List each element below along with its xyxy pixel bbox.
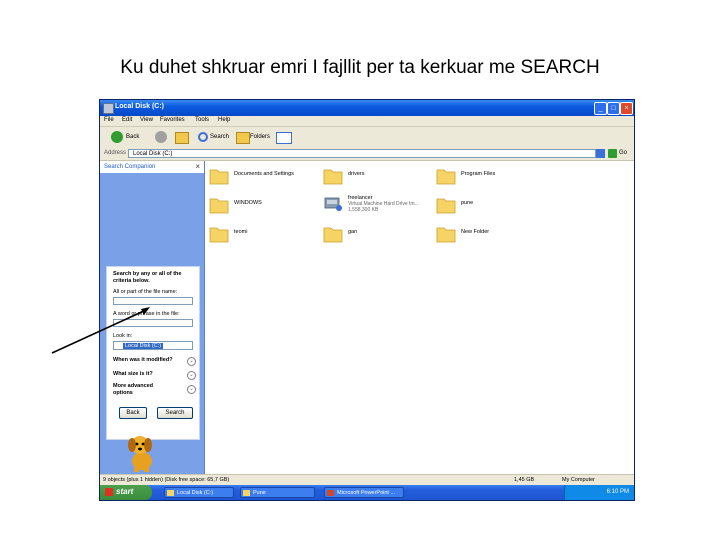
folder-icon	[436, 227, 456, 243]
file-name: gan	[348, 229, 358, 235]
file-name: WINDOWS	[234, 200, 262, 206]
window-title: Local Disk (C:)	[115, 103, 165, 110]
status-size: 1,45 GB	[514, 477, 535, 483]
file-item[interactable]: Program Files	[436, 167, 546, 189]
file-item[interactable]: gan	[323, 225, 433, 247]
task-pune[interactable]: Pune	[240, 487, 315, 498]
search-companion-pane: Search Companion × Search by any or all …	[100, 161, 205, 474]
back-button[interactable]: Back	[126, 134, 139, 147]
chevron-down-icon[interactable]: ⌄	[187, 371, 196, 380]
clock: 6:10 PM	[606, 489, 629, 495]
menu-file[interactable]: File	[104, 117, 114, 123]
search-pane-header: Search Companion ×	[100, 161, 204, 173]
file-name: Documents and Settings	[234, 171, 294, 177]
menu-favorites[interactable]: Favorites	[160, 117, 185, 123]
file-name: pune	[461, 200, 474, 206]
windows-flag-icon	[105, 488, 113, 496]
folder-icon	[323, 227, 343, 243]
look-in-label: Look in:	[113, 333, 133, 339]
option-modified[interactable]: When was it modified?	[113, 357, 173, 364]
folder-icon	[167, 490, 174, 496]
file-item[interactable]: drivers	[323, 167, 433, 189]
start-button[interactable]: start	[100, 485, 152, 500]
option-advanced[interactable]: More advanced options	[113, 383, 163, 397]
slide-title: Ku duhet shkruar emri I fajllit per ta k…	[120, 57, 600, 78]
task-label: Microsoft PowerPoint ...	[337, 490, 396, 496]
option-size[interactable]: What size is it?	[113, 371, 153, 378]
file-item[interactable]: teomi	[209, 225, 319, 247]
menu-edit[interactable]: Edit	[122, 117, 132, 123]
folder-icon	[436, 198, 456, 214]
folder-icon	[209, 169, 229, 185]
file-name-label: All or part of the file name:	[113, 289, 178, 295]
folder-icon	[323, 169, 343, 185]
close-button[interactable]: ×	[620, 102, 633, 115]
chevron-down-icon[interactable]: ⌄	[187, 385, 196, 394]
address-bar: Address Local Disk (C:) Go	[100, 148, 634, 161]
file-name: New Folder	[461, 229, 490, 235]
back-search-button[interactable]: Back	[119, 407, 147, 419]
menu-help[interactable]: Help	[218, 117, 230, 123]
up-folder-icon[interactable]	[175, 132, 189, 144]
address-field[interactable]: Local Disk (C:)	[128, 149, 596, 158]
address-label: Address	[104, 150, 127, 156]
file-item[interactable]: New Folder	[436, 225, 546, 247]
search-icon[interactable]	[198, 132, 208, 142]
taskbar: start Local Disk (C:) Pune Microsoft Pow…	[100, 485, 634, 500]
folder-icon	[209, 198, 229, 214]
file-item[interactable]: pune	[436, 196, 546, 218]
status-location: My Computer	[562, 477, 596, 483]
menu-bar: File Edit View Favorites Tools Help	[100, 116, 634, 142]
go-arrow-icon[interactable]	[608, 149, 617, 158]
search-submit-button[interactable]: Search	[157, 407, 193, 419]
vm-disk-icon	[324, 197, 342, 211]
task-powerpoint[interactable]: Microsoft PowerPoint ...	[324, 487, 404, 498]
search-button[interactable]: Search	[210, 134, 229, 147]
system-tray: 6:10 PM	[564, 485, 634, 500]
explorer-window: Local Disk (C:) _ □ × File Edit View Fav…	[100, 100, 634, 500]
file-size: 1,558,300 KB	[348, 207, 379, 213]
forward-arrow-icon[interactable]	[155, 131, 167, 143]
file-name-input[interactable]	[113, 297, 193, 305]
file-name: Program Files	[461, 171, 496, 177]
folders-icon[interactable]	[236, 132, 250, 144]
start-label: start	[116, 487, 134, 496]
search-dog-icon	[128, 436, 152, 472]
toolbar: Back Search Folders	[100, 127, 634, 149]
folder-icon	[243, 490, 250, 496]
folders-button[interactable]: Folders	[250, 134, 270, 147]
powerpoint-icon	[327, 490, 334, 496]
drive-icon	[103, 103, 114, 114]
file-list: Documents and Settings drivers Program F…	[205, 161, 634, 474]
file-item[interactable]: Documents and Settings	[209, 167, 319, 189]
phrase-label: A word or phrase in the file:	[113, 311, 180, 317]
views-icon[interactable]	[276, 132, 292, 144]
look-in-select[interactable]: Local Disk (C:)	[113, 341, 193, 350]
go-button[interactable]: Go	[619, 150, 627, 156]
status-objects: 9 objects (plus 1 hidden) (Disk free spa…	[103, 477, 230, 483]
maximize-button[interactable]: □	[607, 102, 620, 115]
file-item[interactable]: freelancer Virtual Machine Hard Drive Im…	[323, 194, 433, 216]
address-dropdown-icon[interactable]	[596, 149, 605, 158]
task-label: Pune	[253, 490, 266, 496]
search-criteria-panel: Search by any or all of the criteria bel…	[106, 266, 200, 440]
file-item[interactable]: WINDOWS	[209, 196, 319, 218]
phrase-input[interactable]	[113, 319, 193, 327]
search-pane-title: Search Companion	[104, 164, 156, 170]
folder-icon	[436, 169, 456, 185]
task-label: Local Disk (C:)	[177, 490, 214, 496]
minimize-button[interactable]: _	[594, 102, 607, 115]
title-bar[interactable]: Local Disk (C:) _ □ ×	[100, 100, 634, 116]
menu-tools[interactable]: Tools	[195, 117, 209, 123]
search-pane-close-icon[interactable]: ×	[195, 162, 200, 171]
file-name: teomi	[234, 229, 248, 235]
folder-icon	[209, 227, 229, 243]
task-local-disk[interactable]: Local Disk (C:)	[164, 487, 234, 498]
back-arrow-icon[interactable]	[111, 131, 123, 143]
look-in-value: Local Disk (C:)	[123, 343, 164, 349]
chevron-down-icon[interactable]: ⌄	[187, 357, 196, 366]
file-name: drivers	[348, 171, 365, 177]
menu-view[interactable]: View	[140, 117, 153, 123]
search-heading: Search by any or all of the criteria bel…	[113, 271, 182, 284]
